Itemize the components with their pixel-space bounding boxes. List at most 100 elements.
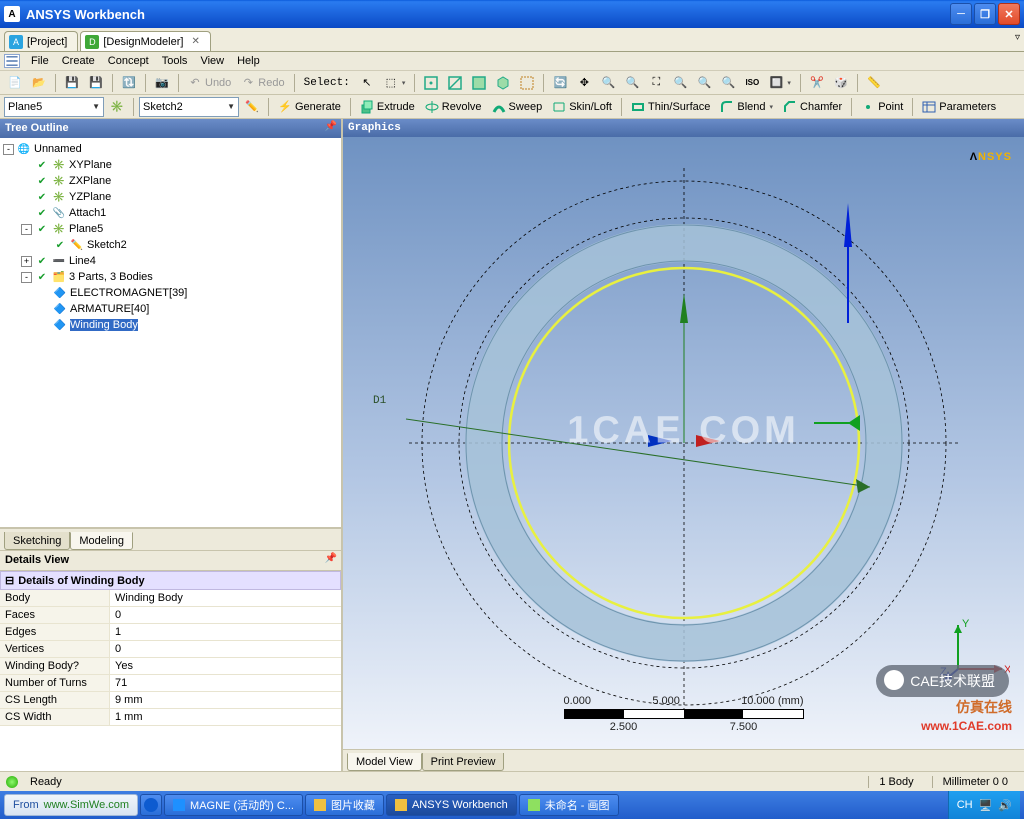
tab-close-icon[interactable]: ✕ (191, 36, 199, 47)
details-row[interactable]: CS Length9 mm (0, 692, 341, 709)
tree-row[interactable]: 🔷ARMATURE[40] (3, 301, 338, 317)
plane-dropdown[interactable]: Plane5 ▼ (4, 97, 104, 117)
look-at-button[interactable]: ✂️ (806, 73, 828, 93)
tree-expand-icon[interactable]: + (21, 256, 32, 267)
tree-expand-icon[interactable]: - (21, 272, 32, 283)
details-value[interactable]: Winding Body (110, 590, 341, 606)
tree-row[interactable]: ✔✳️XYPlane (3, 157, 338, 173)
details-value[interactable]: 71 (110, 675, 341, 691)
tree-label[interactable]: Line4 (69, 255, 96, 267)
rotate-button[interactable]: 🔄 (549, 73, 571, 93)
new-button[interactable]: 📄 (4, 73, 26, 93)
select-arrow-button[interactable]: ↖ (356, 73, 378, 93)
select-faces-button[interactable] (468, 73, 490, 93)
tree-label[interactable]: YZPlane (69, 191, 111, 203)
select-bodies-button[interactable] (492, 73, 514, 93)
new-sketch-button[interactable]: ✏️ (241, 97, 263, 117)
details-grid[interactable]: ⊟Details of Winding Body BodyWinding Bod… (0, 571, 341, 771)
sketch-dropdown[interactable]: Sketch2 ▼ (139, 97, 239, 117)
extrude-button[interactable]: Extrude (356, 97, 419, 117)
display-button[interactable]: 🔲▾ (765, 73, 795, 93)
refresh-button[interactable]: 🔃 (118, 73, 140, 93)
menu-create[interactable]: Create (56, 53, 101, 69)
next-view-button[interactable]: 🔍 (717, 73, 739, 93)
task-ansys[interactable]: ANSYS Workbench (386, 794, 517, 816)
tab-print-preview[interactable]: Print Preview (422, 753, 505, 771)
details-value[interactable]: 0 (110, 641, 341, 657)
details-row[interactable]: Winding Body?Yes (0, 658, 341, 675)
pin-icon[interactable]: 📌 (325, 121, 337, 132)
tree-row[interactable]: +✔➖Line4 (3, 253, 338, 269)
parameters-button[interactable]: Parameters (918, 97, 1000, 117)
task-paint[interactable]: 未命名 - 画图 (519, 794, 619, 816)
details-row[interactable]: Number of Turns71 (0, 675, 341, 692)
tree-label[interactable]: ARMATURE[40] (70, 303, 149, 315)
image-button[interactable]: 📷 (151, 73, 173, 93)
tab-sketching[interactable]: Sketching (4, 532, 70, 550)
blend-button[interactable]: Blend▾ (716, 97, 777, 117)
box-select-button[interactable] (516, 73, 538, 93)
tree-label[interactable]: Attach1 (69, 207, 106, 219)
tab-model-view[interactable]: Model View (347, 753, 422, 771)
tree-row[interactable]: ✔✳️YZPlane (3, 189, 338, 205)
task-pictures[interactable]: 图片收藏 (305, 794, 384, 816)
menu-help[interactable]: Help (231, 53, 266, 69)
zoom-fit-button[interactable]: ⛶ (645, 73, 667, 93)
details-value[interactable]: 1 mm (110, 709, 341, 725)
details-value[interactable]: 0 (110, 607, 341, 623)
tree-label[interactable]: XYPlane (69, 159, 112, 171)
details-group-header[interactable]: ⊟Details of Winding Body (0, 571, 341, 590)
tree-row[interactable]: ✔📎Attach1 (3, 205, 338, 221)
open-button[interactable]: 📂 (28, 73, 50, 93)
task-magne[interactable]: MAGNE (活动的) C... (164, 794, 303, 816)
tab-designmodeler[interactable]: D [DesignModeler] ✕ (80, 31, 210, 51)
graphics-viewport[interactable]: ΛNSYS (343, 137, 1024, 749)
save-button[interactable]: 💾 (61, 73, 83, 93)
tree-label[interactable]: Winding Body (70, 319, 138, 331)
tree-label[interactable]: ZXPlane (69, 175, 111, 187)
menu-file[interactable]: File (25, 53, 55, 69)
iso-view-button[interactable]: ISO (741, 73, 763, 93)
previous-view-button[interactable]: 🔍 (693, 73, 715, 93)
tree-label[interactable]: Unnamed (34, 143, 82, 155)
revolve-button[interactable]: Revolve (421, 97, 486, 117)
tree-label[interactable]: Sketch2 (87, 239, 127, 251)
display-plane-button[interactable]: 🎲 (830, 73, 852, 93)
details-value[interactable]: 1 (110, 624, 341, 640)
tab-modeling[interactable]: Modeling (70, 532, 133, 550)
redo-button[interactable]: ↷Redo (237, 73, 288, 93)
ruler-button[interactable]: 📏 (863, 73, 885, 93)
tree-outline-panel[interactable]: -🌐Unnamed✔✳️XYPlane✔✳️ZXPlane✔✳️YZPlane✔… (0, 138, 341, 528)
sweep-button[interactable]: Sweep (488, 97, 547, 117)
save-all-button[interactable]: 💾 (85, 73, 107, 93)
system-tray[interactable]: CH 🖥️ 🔊 (948, 791, 1020, 819)
menu-concept[interactable]: Concept (102, 53, 155, 69)
minimize-button[interactable]: ─ (950, 3, 972, 25)
new-plane-button[interactable]: ✳️ (106, 97, 128, 117)
pan-button[interactable]: ✥ (573, 73, 595, 93)
tree-row[interactable]: 🔷Winding Body (3, 317, 338, 333)
undo-button[interactable]: ↶Undo (184, 73, 235, 93)
maximize-button[interactable]: ❐ (974, 3, 996, 25)
details-value[interactable]: 9 mm (110, 692, 341, 708)
zoom-box-button[interactable]: 🔍 (621, 73, 643, 93)
tree-expand-icon[interactable]: - (3, 144, 14, 155)
tray-lang[interactable]: CH (957, 799, 973, 811)
details-row[interactable]: Faces0 (0, 607, 341, 624)
tree-label[interactable]: Plane5 (69, 223, 103, 235)
tree-row[interactable]: -✔🗂️3 Parts, 3 Bodies (3, 269, 338, 285)
generate-button[interactable]: ⚡Generate (274, 97, 345, 117)
tree-row[interactable]: -✔✳️Plane5 (3, 221, 338, 237)
details-row[interactable]: Vertices0 (0, 641, 341, 658)
details-value[interactable]: Yes (110, 658, 341, 674)
close-button[interactable]: ✕ (998, 3, 1020, 25)
tray-icon[interactable]: 🖥️ (979, 799, 993, 812)
tree-label[interactable]: 3 Parts, 3 Bodies (69, 271, 153, 283)
tree-expand-icon[interactable]: - (21, 224, 32, 235)
zoom-button[interactable]: 🔍 (597, 73, 619, 93)
point-button[interactable]: Point (857, 97, 907, 117)
select-new-button[interactable]: ⬚▾ (380, 73, 410, 93)
thinsurface-button[interactable]: Thin/Surface (627, 97, 714, 117)
task-icon-1[interactable] (140, 794, 162, 816)
tree-row[interactable]: -🌐Unnamed (3, 141, 338, 157)
